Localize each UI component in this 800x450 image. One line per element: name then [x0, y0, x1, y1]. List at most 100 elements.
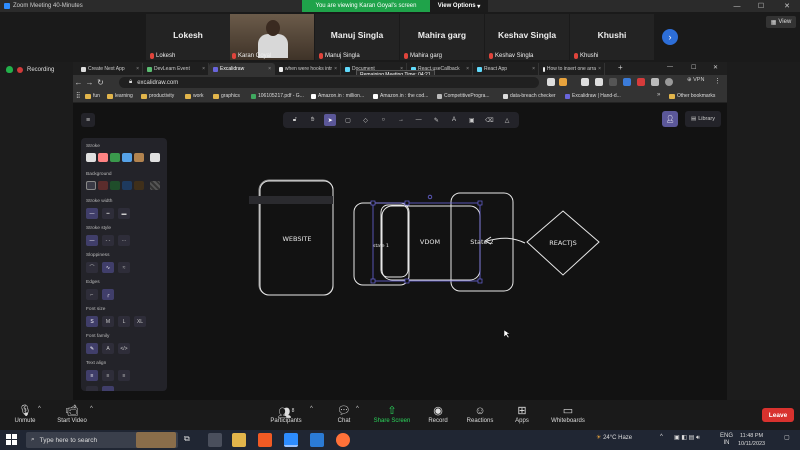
stroke-swatch[interactable]	[134, 153, 144, 162]
bookmark-folder[interactable]: work	[185, 93, 204, 99]
excalidraw-canvas[interactable]: WEBSITE state 1 VDOM State 2 REACTJS ≡ 🔓…	[73, 103, 727, 400]
background-swatch[interactable]	[134, 181, 144, 190]
participants-options-chevron-icon[interactable]: ^	[310, 406, 313, 412]
edges-sharp[interactable]: ⌐	[86, 289, 98, 300]
share-screen-button[interactable]: ⇧ Share Screen	[370, 404, 414, 424]
rectangle-tool-icon[interactable]: ▢	[342, 114, 354, 126]
stroke-style-solid[interactable]: —	[86, 235, 98, 246]
unmute-button[interactable]: 🎙︎ Unmute	[10, 404, 40, 424]
stroke-swatch[interactable]	[86, 153, 96, 162]
browser-tab-active[interactable]: Excalidraw ×	[209, 63, 275, 75]
reload-icon[interactable]: ↻	[95, 78, 106, 87]
selection-tool-icon[interactable]: ➤	[324, 114, 337, 126]
close-tab-icon[interactable]: ×	[598, 66, 601, 72]
background-swatch[interactable]	[86, 181, 96, 190]
forward-icon[interactable]: →	[84, 78, 95, 87]
stroke-swatch[interactable]	[110, 153, 120, 162]
participant-tile[interactable]: Lokesh Lokesh	[146, 14, 230, 60]
stroke-width-bold[interactable]: ━	[102, 208, 114, 219]
stroke-width-extra-bold[interactable]: ▬	[118, 208, 130, 219]
extension-icon[interactable]	[637, 78, 645, 86]
close-tab-icon[interactable]: ×	[532, 66, 535, 72]
extension-icon[interactable]	[595, 78, 603, 86]
extension-icon[interactable]	[609, 78, 617, 86]
firefox-icon[interactable]	[336, 433, 350, 447]
whiteboards-button[interactable]: ▭ Whiteboards	[548, 404, 588, 424]
language-indicator[interactable]: ENG IN	[720, 433, 733, 447]
more-tools-icon[interactable]: △	[501, 114, 513, 126]
taskbar-clock[interactable]: 11:48 PM 10/11/2023	[738, 432, 765, 448]
collaborate-button[interactable]: 👤︎	[662, 111, 678, 127]
stroke-style-dashed[interactable]: - -	[102, 235, 114, 246]
participant-tile[interactable]: Mahira garg Mahira garg	[400, 14, 484, 60]
url-input[interactable]: 🔒︎ excalidraw.com	[119, 77, 539, 88]
browser-tab[interactable]: React App ×	[473, 63, 539, 75]
window-close-icon[interactable]: ✕	[713, 64, 718, 71]
share-icon[interactable]	[547, 78, 555, 86]
start-video-button[interactable]: 📹︎ Start Video	[52, 404, 92, 424]
background-current-swatch[interactable]	[150, 181, 160, 190]
browser-tab[interactable]: How to insert one arra ×	[539, 63, 605, 75]
close-tab-icon[interactable]: ×	[268, 66, 271, 72]
browser-tab[interactable]: Create Next App ×	[77, 63, 143, 75]
zoom-app-icon[interactable]	[284, 433, 298, 447]
font-family-code-icon[interactable]: </>	[118, 343, 130, 354]
font-size-m[interactable]: M	[102, 316, 114, 327]
window-restore-icon[interactable]: ☐	[691, 64, 696, 71]
bookmark-link[interactable]: Excalidraw | Hand-d...	[565, 93, 621, 99]
browser-tab[interactable]: DevLearn Event ×	[143, 63, 209, 75]
apps-button[interactable]: ⊞ Apps	[510, 404, 534, 424]
text-align-left-icon[interactable]: ≡	[86, 370, 98, 381]
weather-widget[interactable]: ☀︎ 24°C Haze	[596, 434, 632, 441]
lock-tool-icon[interactable]: 🔓︎	[289, 114, 301, 126]
stroke-swatch[interactable]	[98, 153, 108, 162]
bookmark-folder[interactable]: fun	[85, 93, 100, 99]
window-minimize-icon[interactable]: —	[667, 64, 673, 70]
eraser-tool-icon[interactable]: ⌫	[483, 114, 495, 126]
sloppiness-cartoonist[interactable]: ≈	[118, 262, 130, 273]
new-tab-icon[interactable]: +	[618, 63, 623, 72]
font-size-xl[interactable]: XL	[134, 316, 146, 327]
leave-button[interactable]: Leave	[762, 408, 794, 422]
puzzle-icon[interactable]	[651, 78, 659, 86]
bookmark-folder[interactable]: learning	[107, 93, 133, 99]
reactions-button[interactable]: ☺︎ Reactions	[462, 404, 498, 424]
bookmark-folder[interactable]: productivity	[141, 93, 174, 99]
bookmark-link[interactable]: CompetitiveProgra...	[437, 93, 490, 99]
maximize-icon[interactable]: ☐	[752, 0, 770, 12]
bookmark-star-icon[interactable]	[559, 78, 567, 86]
view-button[interactable]: ▦ View	[766, 16, 796, 28]
extension-icon[interactable]	[623, 78, 631, 86]
participant-video-tile[interactable]: Karan Goyal	[230, 14, 314, 60]
bookmark-link[interactable]: Amazon.in : million...	[311, 93, 364, 99]
participants-button[interactable]: 👥︎8 Participants	[266, 404, 306, 424]
bookmark-folder[interactable]: graphics	[213, 93, 240, 99]
stroke-width-thin[interactable]: —	[86, 208, 98, 219]
apps-grid-icon[interactable]: ⣿	[76, 92, 80, 99]
font-family-normal-icon[interactable]: A	[102, 343, 114, 354]
background-swatch[interactable]	[110, 181, 120, 190]
record-button[interactable]: ◉ Record	[424, 404, 452, 424]
other-bookmarks-folder[interactable]: Other bookmarks	[669, 93, 715, 99]
edges-round[interactable]: ╭	[102, 289, 114, 300]
text-align-center-icon[interactable]: ≡	[102, 370, 114, 381]
extension-icon[interactable]	[581, 78, 589, 86]
participant-tile[interactable]: Khushi Khushi	[570, 14, 654, 60]
background-swatch[interactable]	[98, 181, 108, 190]
image-tool-icon[interactable]: ▣	[466, 114, 478, 126]
sloppiness-artist[interactable]: ∿	[102, 262, 114, 273]
audio-options-chevron-icon[interactable]: ^	[38, 406, 41, 412]
close-tab-icon[interactable]: ×	[136, 66, 139, 72]
close-tab-icon[interactable]: ×	[466, 66, 469, 72]
stroke-swatch[interactable]	[122, 153, 132, 162]
text-tool-icon[interactable]: A	[448, 114, 460, 126]
participant-tile[interactable]: Manuj Singla Manuj Singla	[315, 14, 399, 60]
font-family-handwritten-icon[interactable]: ✎	[86, 343, 98, 354]
participant-tile[interactable]: Keshav Singla Keshav Singla	[485, 14, 569, 60]
bookmark-link[interactable]: 106105217.pdf - G...	[251, 93, 304, 99]
profile-avatar-icon[interactable]	[665, 78, 673, 86]
bookmark-link[interactable]: Amazon.in : the cod...	[373, 93, 428, 99]
view-options-button[interactable]: View Options ▾	[430, 0, 488, 12]
sloppiness-architect[interactable]: ⌒	[86, 262, 98, 273]
stroke-style-dotted[interactable]: ···	[118, 235, 130, 246]
